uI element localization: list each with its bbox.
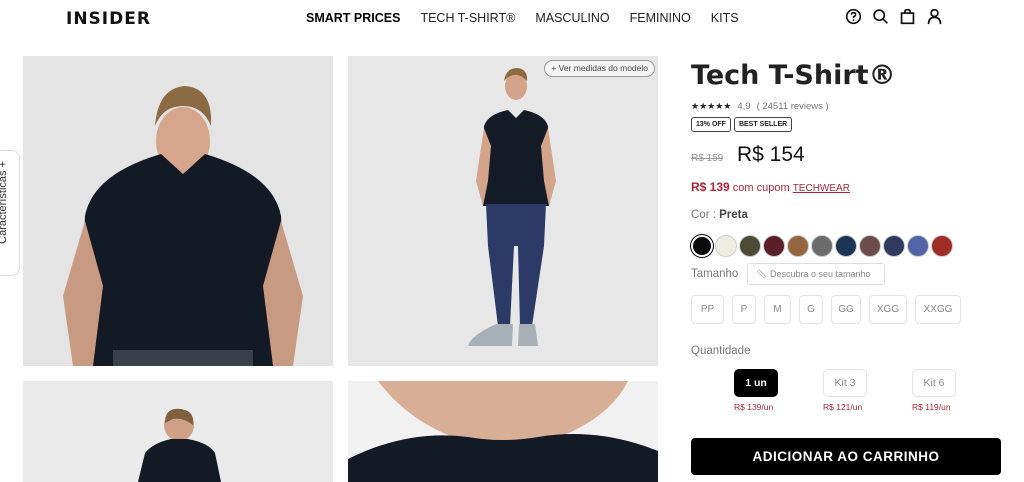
header: INSIDER SMART PRICES TECH T-SHIRT® MASCU…	[0, 0, 1024, 36]
color-swatch[interactable]	[811, 235, 833, 257]
bag-icon[interactable]	[899, 8, 916, 30]
characteristics-label: Características +	[0, 161, 9, 244]
product-badges: 13% OFF BEST SELLER	[691, 117, 793, 132]
old-price: R$ 159	[691, 153, 724, 164]
kit-1un-button[interactable]: 1 un	[734, 369, 778, 397]
size-p[interactable]: P	[732, 295, 756, 324]
nav-masculino[interactable]: MASCULINO	[535, 11, 609, 25]
discount-badge: 13% OFF	[691, 117, 731, 132]
nav-feminino[interactable]: FEMININO	[630, 11, 691, 25]
rating-stars-icon: ★★★★★	[691, 101, 732, 111]
color-label-text: Cor :	[691, 209, 716, 221]
coupon-price: R$ 139	[691, 180, 730, 194]
size-xxgg[interactable]: XXGG	[915, 295, 961, 324]
product-image-full-body[interactable]: + Ver medidas do modelo	[348, 56, 658, 366]
size-pp[interactable]: PP	[691, 295, 724, 324]
kit-1un-price: R$ 139/un	[734, 402, 774, 412]
header-icons	[845, 8, 943, 30]
characteristics-tab[interactable]: Características +	[0, 150, 20, 276]
product-title: Tech T-Shirt®	[691, 60, 896, 91]
nav-kits[interactable]: KITS	[711, 11, 739, 25]
kit-6-price: R$ 119/un	[912, 402, 951, 412]
kit-3-price: R$ 121/un	[823, 402, 863, 412]
color-label: Cor : Preta	[691, 209, 748, 221]
size-finder-label: Descubra o seu tamanho	[769, 269, 871, 279]
color-swatch[interactable]	[931, 235, 953, 257]
kit-options: 1 un R$ 139/un Kit 3 R$ 121/un Kit 6 R$ …	[734, 369, 1001, 412]
color-swatch[interactable]	[691, 235, 713, 257]
size-m[interactable]: M	[764, 295, 791, 324]
coupon-offer: R$ 139 com cupom TECHWEAR	[691, 180, 850, 194]
color-swatch[interactable]	[739, 235, 761, 257]
kit-3-button[interactable]: Kit 3	[823, 369, 867, 397]
help-icon[interactable]	[845, 8, 862, 30]
main-nav: SMART PRICES TECH T-SHIRT® MASCULINO FEM…	[306, 11, 739, 25]
color-swatch[interactable]	[715, 235, 737, 257]
rating-value: 4,9	[737, 101, 751, 112]
nav-smart-prices[interactable]: SMART PRICES	[306, 11, 400, 25]
color-swatch[interactable]	[787, 235, 809, 257]
color-swatch[interactable]	[835, 235, 857, 257]
size-options: PP P M G GG XGG XXGG	[691, 295, 961, 324]
size-label: Tamanho	[691, 268, 739, 280]
current-price: R$ 154	[737, 143, 805, 166]
quantity-label: Quantidade	[691, 345, 751, 357]
search-icon[interactable]	[872, 8, 889, 30]
color-value: Preta	[719, 209, 748, 221]
size-finder-button[interactable]: 📏︎ Descubra o seu tamanho	[747, 263, 885, 285]
coupon-text: com cupom	[732, 182, 790, 194]
add-to-cart-button[interactable]: ADICIONAR AO CARRINHO	[691, 438, 1001, 475]
kit-option-6: Kit 6 R$ 119/un	[912, 369, 1001, 412]
color-swatches	[691, 235, 953, 257]
size-xgg[interactable]: XGG	[869, 295, 907, 324]
model-measurements-button[interactable]: + Ver medidas do modelo	[544, 60, 655, 77]
best-seller-badge: BEST SELLER	[733, 117, 793, 132]
logo[interactable]: INSIDER	[66, 9, 151, 29]
color-swatch[interactable]	[883, 235, 905, 257]
coupon-code[interactable]: TECHWEAR	[793, 183, 850, 194]
ruler-icon: 📏︎	[756, 269, 768, 279]
user-icon[interactable]	[926, 8, 943, 30]
color-swatch[interactable]	[859, 235, 881, 257]
kit-option-1un: 1 un R$ 139/un	[734, 369, 823, 412]
size-gg[interactable]: GG	[831, 295, 861, 324]
color-swatch[interactable]	[907, 235, 929, 257]
product-rating[interactable]: ★★★★★ 4,9 ( 24511 reviews )	[691, 101, 829, 112]
review-count: ( 24511 reviews )	[756, 101, 829, 112]
size-g[interactable]: G	[799, 295, 823, 324]
product-image-front[interactable]	[23, 56, 333, 366]
kit-option-3: Kit 3 R$ 121/un	[823, 369, 912, 412]
product-image-back[interactable]	[23, 381, 333, 482]
color-swatch[interactable]	[763, 235, 785, 257]
nav-tech-tshirt[interactable]: TECH T-SHIRT®	[420, 11, 515, 25]
kit-6-button[interactable]: Kit 6	[912, 369, 956, 397]
product-image-collar-detail[interactable]	[348, 381, 658, 482]
